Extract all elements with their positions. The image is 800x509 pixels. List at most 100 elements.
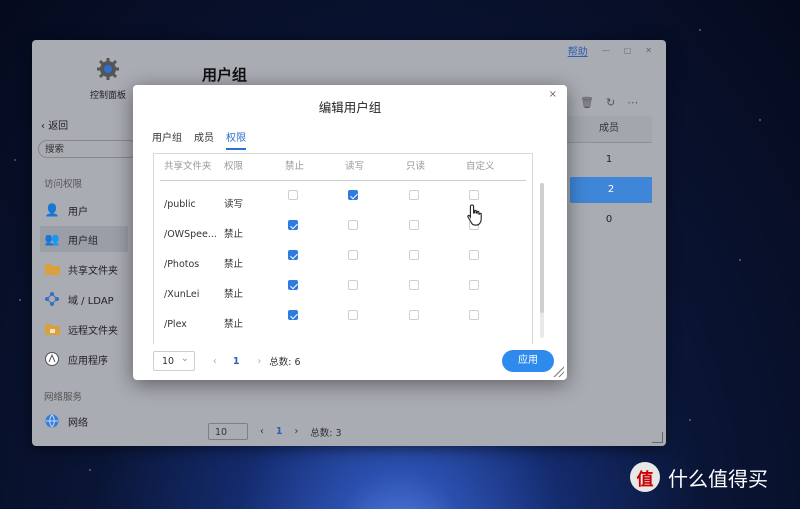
permission-checkbox[interactable] (469, 310, 479, 320)
next-page-icon[interactable]: › (257, 356, 261, 367)
page-title: 用户组 (202, 66, 248, 84)
back-button[interactable]: ‹ 返回 (41, 117, 68, 132)
resize-handle[interactable] (552, 365, 564, 377)
total-count: 总数: 3 (310, 427, 342, 439)
folder-name: /public (164, 199, 196, 210)
permission-checkbox[interactable] (469, 190, 479, 200)
permission-checkbox[interactable] (409, 250, 419, 260)
user-group-icon: 👥 (44, 232, 60, 246)
table-row: /XunLei 禁止 (164, 280, 524, 310)
watermark-text: 什么值得买 (668, 466, 768, 491)
permissions-table: 共享文件夹 权限 禁止 读写 只读 自定义 /public 读写/OWSpee..… (153, 153, 533, 344)
sidebar-item-remote-folder[interactable]: 远程文件夹 (40, 316, 128, 342)
search-input[interactable]: 搜索 (38, 140, 138, 158)
scrollbar-thumb[interactable] (540, 183, 544, 313)
prev-page-icon[interactable]: ‹ (213, 356, 217, 367)
sidebar-item-label: 应用程序 (68, 355, 108, 367)
help-link[interactable]: 帮助 (568, 43, 588, 58)
app-icon (44, 351, 60, 367)
edit-group-dialog: 编辑用户组 × 用户组 成员 权限 共享文件夹 权限 禁止 读写 只读 自定义 … (133, 85, 567, 380)
trash-icon[interactable]: 🗑 (580, 96, 594, 109)
table-cell[interactable]: 0 (566, 207, 652, 233)
sidebar-item-label: 共享文件夹 (68, 265, 118, 277)
apply-button[interactable]: 应用 (502, 350, 554, 372)
sidebar-item-label: 远程文件夹 (68, 325, 118, 337)
permission-checkbox[interactable] (348, 220, 358, 230)
total-count: 总数: 6 (269, 357, 301, 368)
minimize-icon[interactable]: — (602, 46, 610, 55)
permission-checkbox[interactable] (348, 190, 358, 200)
permission-value: 禁止 (224, 229, 244, 240)
permission-checkbox[interactable] (409, 310, 419, 320)
resize-handle[interactable] (652, 432, 663, 443)
prev-page-icon[interactable]: ‹ (260, 426, 264, 437)
table-cell-selected[interactable]: 2 (570, 177, 652, 203)
table-header: 共享文件夹 权限 禁止 读写 只读 自定义 (160, 154, 526, 181)
sidebar: 控制面板 ‹ 返回 搜索 访问权限 👤 用户 👥 用户组 共享文件夹 域 / L… (32, 40, 138, 446)
sidebar-item-label: 域 / LDAP (68, 295, 114, 307)
more-icon[interactable]: ⋯ (627, 96, 638, 109)
permission-checkbox[interactable] (288, 280, 298, 290)
permission-checkbox[interactable] (469, 280, 479, 290)
column-header: 权限 (224, 161, 244, 172)
tab-user-group[interactable]: 用户组 (152, 129, 182, 150)
close-icon[interactable]: × (549, 89, 557, 100)
dialog-tabs: 用户组 成员 权限 (152, 129, 246, 150)
sidebar-item-user-group[interactable]: 👥 用户组 (40, 226, 128, 252)
permission-checkbox[interactable] (409, 220, 419, 230)
sidebar-item-shared-folder[interactable]: 共享文件夹 (40, 256, 128, 282)
next-page-icon[interactable]: › (294, 426, 298, 437)
dialog-pagination: 10 ‹ 1 › 总数: 6 (153, 349, 301, 371)
refresh-icon[interactable]: ↻ (606, 96, 615, 109)
domain-icon (44, 291, 60, 307)
main-pagination: 10 ‹ 1 › 总数: 3 (208, 423, 342, 440)
permission-checkbox[interactable] (348, 250, 358, 260)
permission-checkbox[interactable] (288, 250, 298, 260)
table-cell[interactable]: 1 (566, 147, 652, 173)
members-column: 成员 1 2 0 (566, 116, 652, 236)
hand-cursor-icon (467, 204, 482, 226)
watermark: 值 什么值得买 (630, 462, 768, 492)
maximize-icon[interactable]: ▢ (624, 46, 632, 55)
folder-name: /Photos (164, 259, 200, 270)
watermark-logo: 值 (630, 462, 660, 492)
tab-members[interactable]: 成员 (194, 129, 214, 150)
current-page[interactable]: 1 (233, 356, 240, 367)
column-header: 自定义 (466, 161, 495, 172)
remote-folder-icon (44, 321, 60, 337)
table-row: /Photos 禁止 (164, 250, 524, 280)
permission-checkbox[interactable] (409, 190, 419, 200)
column-header: 读写 (345, 161, 365, 172)
tab-permissions[interactable]: 权限 (226, 129, 246, 150)
permission-checkbox[interactable] (348, 280, 358, 290)
scrollbar[interactable] (540, 183, 544, 338)
folder-name: /XunLei (164, 289, 200, 300)
sidebar-item-network[interactable]: 网络 (40, 408, 128, 434)
page-size-select[interactable]: 10 (208, 423, 248, 440)
members-header: 成员 (566, 116, 652, 143)
permission-checkbox[interactable] (288, 310, 298, 320)
current-page[interactable]: 1 (276, 426, 283, 437)
column-header: 禁止 (285, 161, 305, 172)
sidebar-item-label: 用户 (68, 206, 88, 218)
permission-value: 禁止 (224, 289, 244, 300)
sidebar-item-label: 用户组 (68, 235, 98, 247)
permission-checkbox[interactable] (348, 310, 358, 320)
folder-icon (44, 261, 60, 277)
permission-value: 读写 (224, 199, 244, 210)
section-access-label: 访问权限 (44, 179, 83, 190)
control-panel-icon[interactable] (96, 57, 120, 81)
permission-value: 禁止 (224, 319, 244, 330)
sidebar-item-user[interactable]: 👤 用户 (40, 197, 128, 223)
permission-checkbox[interactable] (288, 220, 298, 230)
close-window-icon[interactable]: ✕ (645, 46, 652, 55)
page-size-select[interactable]: 10 (153, 349, 195, 371)
window-controls: 帮助 — ▢ ✕ (568, 43, 652, 58)
permission-checkbox[interactable] (469, 250, 479, 260)
column-header: 只读 (406, 161, 426, 172)
user-icon: 👤 (44, 203, 60, 217)
sidebar-item-applications[interactable]: 应用程序 (40, 346, 128, 372)
permission-checkbox[interactable] (409, 280, 419, 290)
permission-checkbox[interactable] (288, 190, 298, 200)
sidebar-item-domain-ldap[interactable]: 域 / LDAP (40, 286, 128, 312)
